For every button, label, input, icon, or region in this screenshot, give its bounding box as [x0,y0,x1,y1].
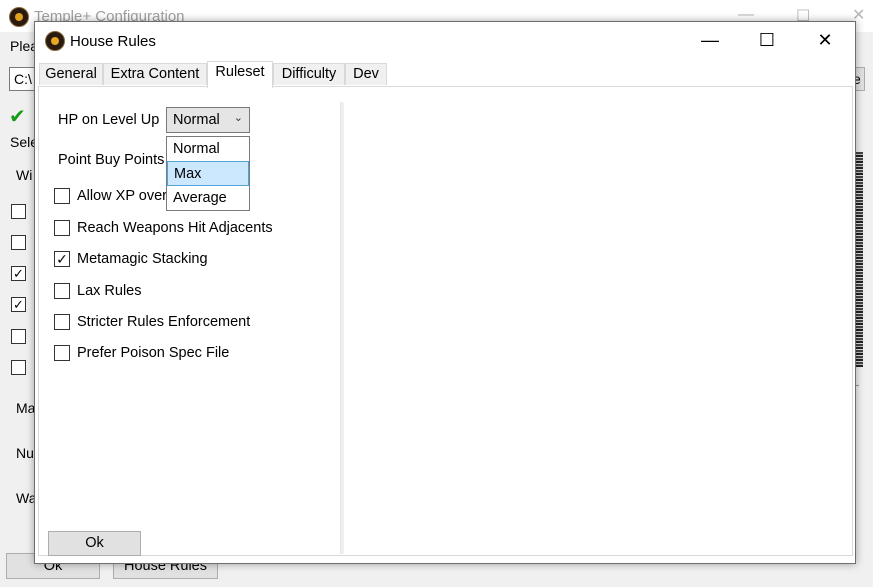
prefer-poison-spec-label: Prefer Poison Spec File [77,345,230,361]
metamagic-stacking-label: Metamagic Stacking [77,251,208,267]
background-decoration: - [856,380,859,390]
temple-logo-icon [9,7,29,27]
prefer-poison-spec-checkbox[interactable] [54,345,70,361]
tab-extra-content[interactable]: Extra Content [103,63,207,85]
hp-option-normal[interactable]: Normal [167,137,249,162]
checkmark-icon: ✔ [9,106,26,128]
allow-xp-overflow-label: Allow XP over [77,188,167,204]
background-checkbox-3[interactable]: ✓ [11,266,26,281]
background-wi-text: Wi [16,167,33,183]
hp-option-max[interactable]: Max [167,161,249,186]
house-rules-dialog: House Rules — ☐ ✕ General Extra Content … [34,21,856,564]
close-icon: ✕ [817,30,833,50]
hp-select-value: Normal [173,112,220,128]
lax-rules-label: Lax Rules [77,283,142,299]
tab-difficulty-label: Difficulty [281,66,337,82]
background-checkbox-1[interactable] [11,204,26,219]
reach-weapons-checkbox[interactable] [54,220,70,236]
background-checkbox-2[interactable] [11,235,26,250]
tab-difficulty[interactable]: Difficulty [273,63,345,85]
minimize-button[interactable]: — [687,22,733,59]
ok-button-label: Ok [85,535,104,551]
background-checkbox-6[interactable] [11,360,26,375]
hp-on-level-up-label: HP on Level Up [58,112,160,128]
tab-extra-content-label: Extra Content [110,66,200,82]
hp-option-average[interactable]: Average [167,186,249,211]
point-buy-points-label: Point Buy Points [58,152,165,168]
house-rules-logo-icon [45,31,65,51]
background-portrait-image [855,152,863,367]
tab-ruleset[interactable]: Ruleset [207,61,273,88]
reach-weapons-label: Reach Weapons Hit Adjacents [77,220,273,236]
close-button[interactable]: ✕ [802,22,848,59]
stricter-rules-label: Stricter Rules Enforcement [77,314,251,330]
stricter-rules-checkbox[interactable] [54,314,70,330]
tab-dev[interactable]: Dev [345,63,387,85]
allow-xp-overflow-checkbox[interactable] [54,188,70,204]
minimize-icon: — [701,30,719,50]
dialog-title: House Rules [70,33,156,50]
tab-general-label: General [45,66,97,82]
background-path-text: C:\ [14,71,32,87]
background-nu-text: Nu [16,445,34,461]
background-checkbox-4[interactable]: ✓ [11,297,26,312]
maximize-icon: ☐ [758,30,776,50]
tab-dev-label: Dev [353,66,379,82]
maximize-button[interactable]: ☐ [744,22,790,59]
hp-options-dropdown: Normal Max Average [166,136,250,211]
hp-on-level-up-select[interactable]: Normal ⌄ [166,107,250,133]
panel-splitter[interactable] [340,102,344,554]
tab-ruleset-label: Ruleset [215,64,265,80]
metamagic-stacking-checkbox[interactable]: ✓ [54,251,70,267]
chevron-down-icon: ⌄ [233,112,243,124]
ok-button[interactable]: Ok [48,531,141,556]
tab-general[interactable]: General [39,63,103,85]
lax-rules-checkbox[interactable] [54,283,70,299]
background-checkbox-5[interactable] [11,329,26,344]
background-ma-text: Ma [16,400,36,416]
